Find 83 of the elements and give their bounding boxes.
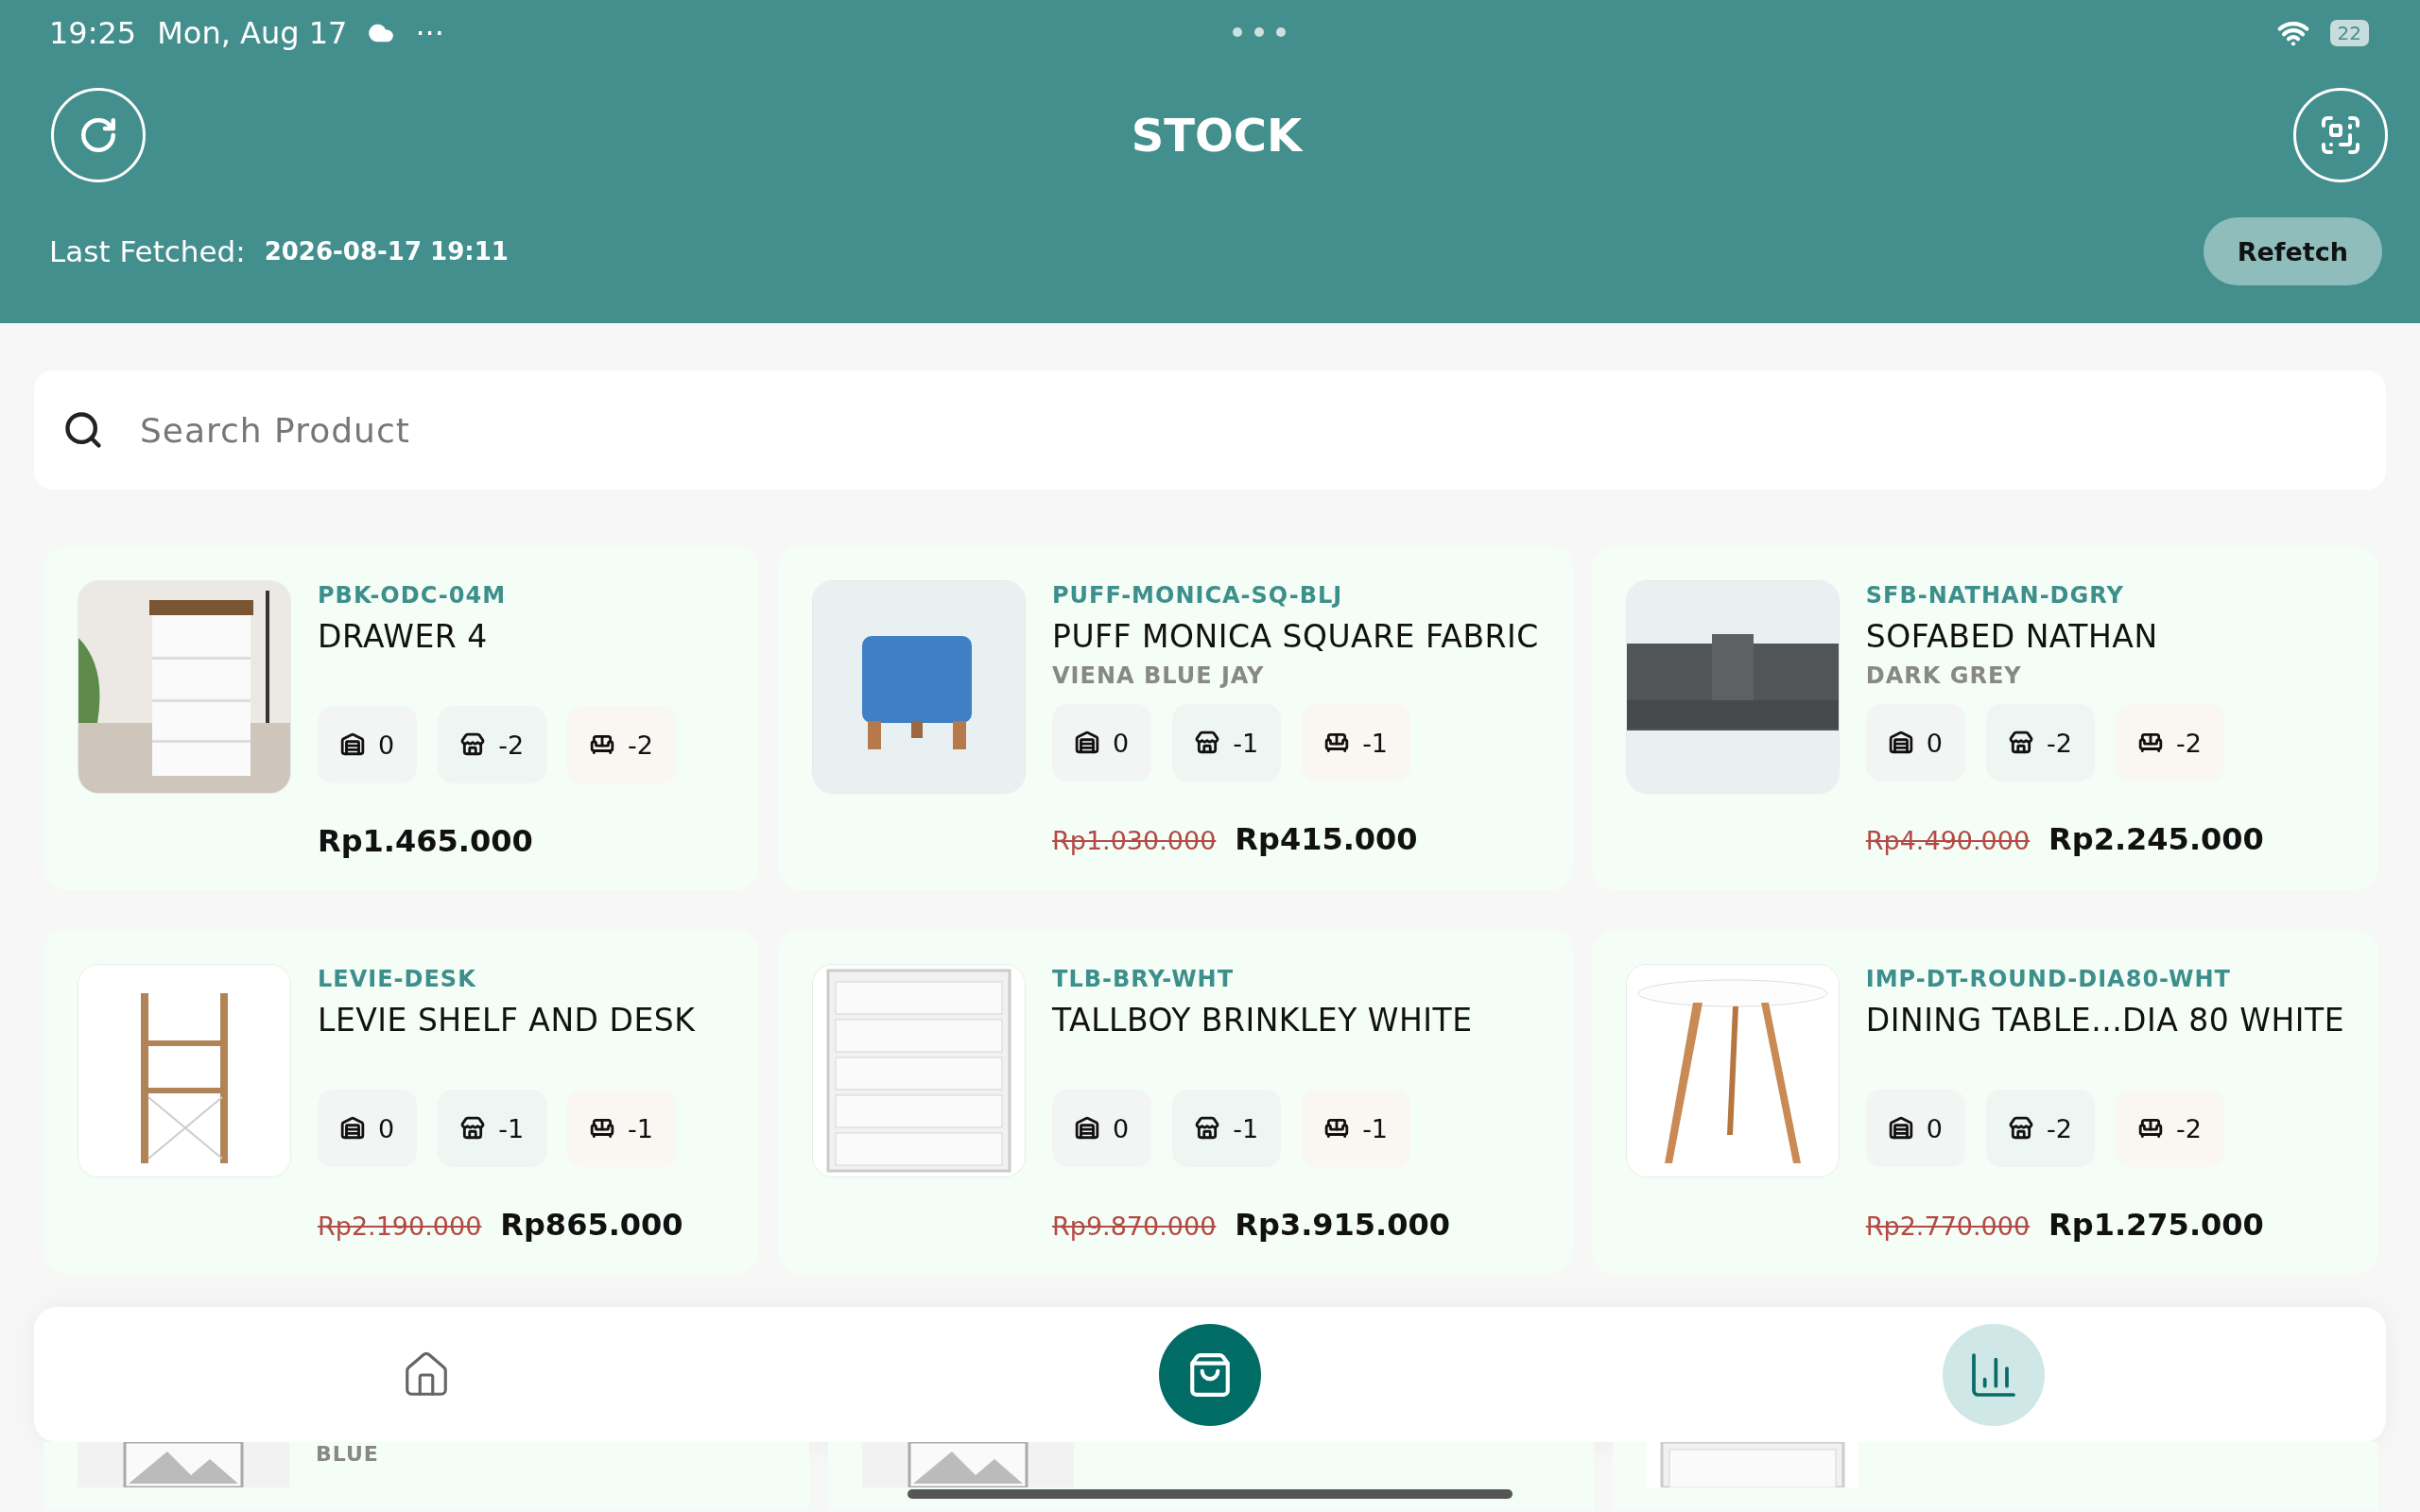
- status-more: ···: [415, 15, 444, 51]
- warehouse-icon: [1888, 1116, 1913, 1141]
- stock-count: -2: [2047, 728, 2072, 758]
- product-sku: LEVIE-DESK: [318, 966, 477, 992]
- multitask-icon[interactable]: [1231, 26, 1288, 39]
- product-sku: SFB-NATHAN-DGRY: [1865, 582, 2125, 609]
- original-price: Rp4.490.000: [1865, 826, 2031, 855]
- store-icon: [460, 732, 486, 757]
- store-icon: [2009, 1116, 2033, 1141]
- stock-count: -1: [498, 1113, 525, 1143]
- product-name: SOFABED NATHAN: [1865, 618, 2159, 655]
- product-sku: PBK-ODC-04M: [318, 582, 508, 609]
- stock-count: -2: [628, 730, 654, 760]
- product-card[interactable]: LEVIE-DESK LEVIE SHELF AND DESK 0 -1 -1 Rp2.190.000 Rp865.000: [43, 930, 759, 1274]
- reload-icon: [78, 115, 118, 155]
- product-card[interactable]: IMP-DT-ROUND-DIA80-WHT DINING TABLE...DIA 80 WHITE 0 -2 -2 Rp2.770.000 Rp1.275.000: [1591, 930, 2378, 1274]
- stock-count: 0: [378, 730, 395, 760]
- product-variant: VIENA BLUE JAY: [1052, 662, 1266, 689]
- search-input[interactable]: Search Product: [140, 392, 2358, 468]
- stock-count: 0: [1926, 1113, 1943, 1143]
- stock-count: 0: [1113, 728, 1130, 758]
- store-icon: [1195, 1116, 1220, 1141]
- stock-count: -1: [1233, 1113, 1259, 1143]
- battery-icon: 22: [2329, 20, 2369, 46]
- sofa-icon: [2137, 730, 2163, 755]
- warehouse-icon: [1888, 730, 1913, 755]
- refetch-button[interactable]: Refetch: [2203, 217, 2382, 285]
- status-time: 19:25: [49, 15, 137, 51]
- status-date: Mon, Aug 17: [157, 15, 348, 51]
- warehouse-icon: [1075, 1116, 1099, 1141]
- product-name: DRAWER 4: [318, 618, 489, 655]
- stock-count: -1: [1362, 1113, 1389, 1143]
- qr-scan-button[interactable]: [2293, 88, 2388, 182]
- stock-count: 0: [1926, 728, 1943, 758]
- product-name: DINING TABLE...DIA 80 WHITE: [1865, 1002, 2344, 1039]
- sofa-icon: [2137, 1116, 2163, 1141]
- original-price: Rp2.770.000: [1865, 1211, 2031, 1241]
- page-title: STOCK: [1131, 109, 1303, 162]
- stock-count: 0: [378, 1113, 395, 1143]
- warehouse-icon: [340, 732, 365, 757]
- store-icon: [1195, 730, 1220, 755]
- stock-count: -1: [1362, 728, 1389, 758]
- stock-count: -2: [2047, 1113, 2072, 1143]
- product-name: LEVIE SHELF AND DESK: [318, 1002, 696, 1039]
- product-sku: PUFF-MONICA-SQ-BLJ: [1052, 582, 1344, 609]
- sofa-icon: [1324, 1116, 1350, 1141]
- stock-count: 0: [1113, 1113, 1130, 1143]
- original-price: Rp1.030.000: [1052, 826, 1217, 855]
- warehouse-icon: [340, 1116, 365, 1141]
- product-name: PUFF MONICA SQUARE FABRIC: [1052, 618, 1539, 655]
- sofa-icon: [590, 732, 615, 757]
- sofa-icon: [590, 1116, 615, 1141]
- search-field[interactable]: Search Product: [34, 370, 2386, 490]
- product-price: Rp1.465.000: [318, 823, 533, 859]
- product-card[interactable]: PUFF-MONICA-SQ-BLJ PUFF MONICA SQUARE FABRIC VIENA BLUE JAY 0 -1 -1 Rp1.030.000 Rp415.000: [778, 546, 1573, 890]
- stock-count: -1: [1233, 728, 1259, 758]
- product-price: Rp415.000: [1235, 821, 1418, 857]
- stock-count: -1: [628, 1113, 654, 1143]
- warehouse-icon: [1075, 730, 1099, 755]
- product-variant: DARK GREY: [1865, 662, 2023, 689]
- original-price: Rp9.870.000: [1052, 1211, 1217, 1241]
- product-variant: BLUE: [316, 1442, 379, 1468]
- product-card[interactable]: SFB-NATHAN-DGRY SOFABED NATHAN DARK GREY 0 -2 -2 Rp4.490.000 Rp2.245.000: [1591, 546, 2378, 890]
- store-icon: [2009, 730, 2033, 755]
- stock-count: -2: [498, 730, 525, 760]
- product-card[interactable]: TLB-BRY-WHT TALLBOY BRINKLEY WHITE 0 -1 -1 Rp9.870.000 Rp3.915.000: [778, 930, 1573, 1274]
- product-name: TALLBOY BRINKLEY WHITE: [1052, 1002, 1473, 1039]
- sofa-icon: [1324, 730, 1350, 755]
- original-price: Rp2.190.000: [318, 1211, 482, 1241]
- product-price: Rp865.000: [500, 1207, 683, 1243]
- last-fetched-label: Last Fetched:: [49, 234, 246, 268]
- store-icon: [460, 1116, 486, 1141]
- product-sku: TLB-BRY-WHT: [1052, 966, 1236, 992]
- product-price: Rp2.245.000: [2048, 821, 2264, 857]
- last-fetched-value: 2026-08-17 19:11: [264, 237, 509, 266]
- stock-count: -2: [2175, 1113, 2202, 1143]
- product-price: Rp1.275.000: [2048, 1207, 2264, 1243]
- product-card[interactable]: PBK-ODC-04M DRAWER 4 0 -2 -2 Rp1.465.000: [43, 546, 759, 890]
- reload-button[interactable]: [51, 88, 146, 182]
- product-price: Rp3.915.000: [1235, 1207, 1451, 1243]
- search-icon: [62, 409, 104, 451]
- stock-count: -2: [2175, 728, 2202, 758]
- product-sku: IMP-DT-ROUND-DIA80-WHT: [1865, 966, 2232, 992]
